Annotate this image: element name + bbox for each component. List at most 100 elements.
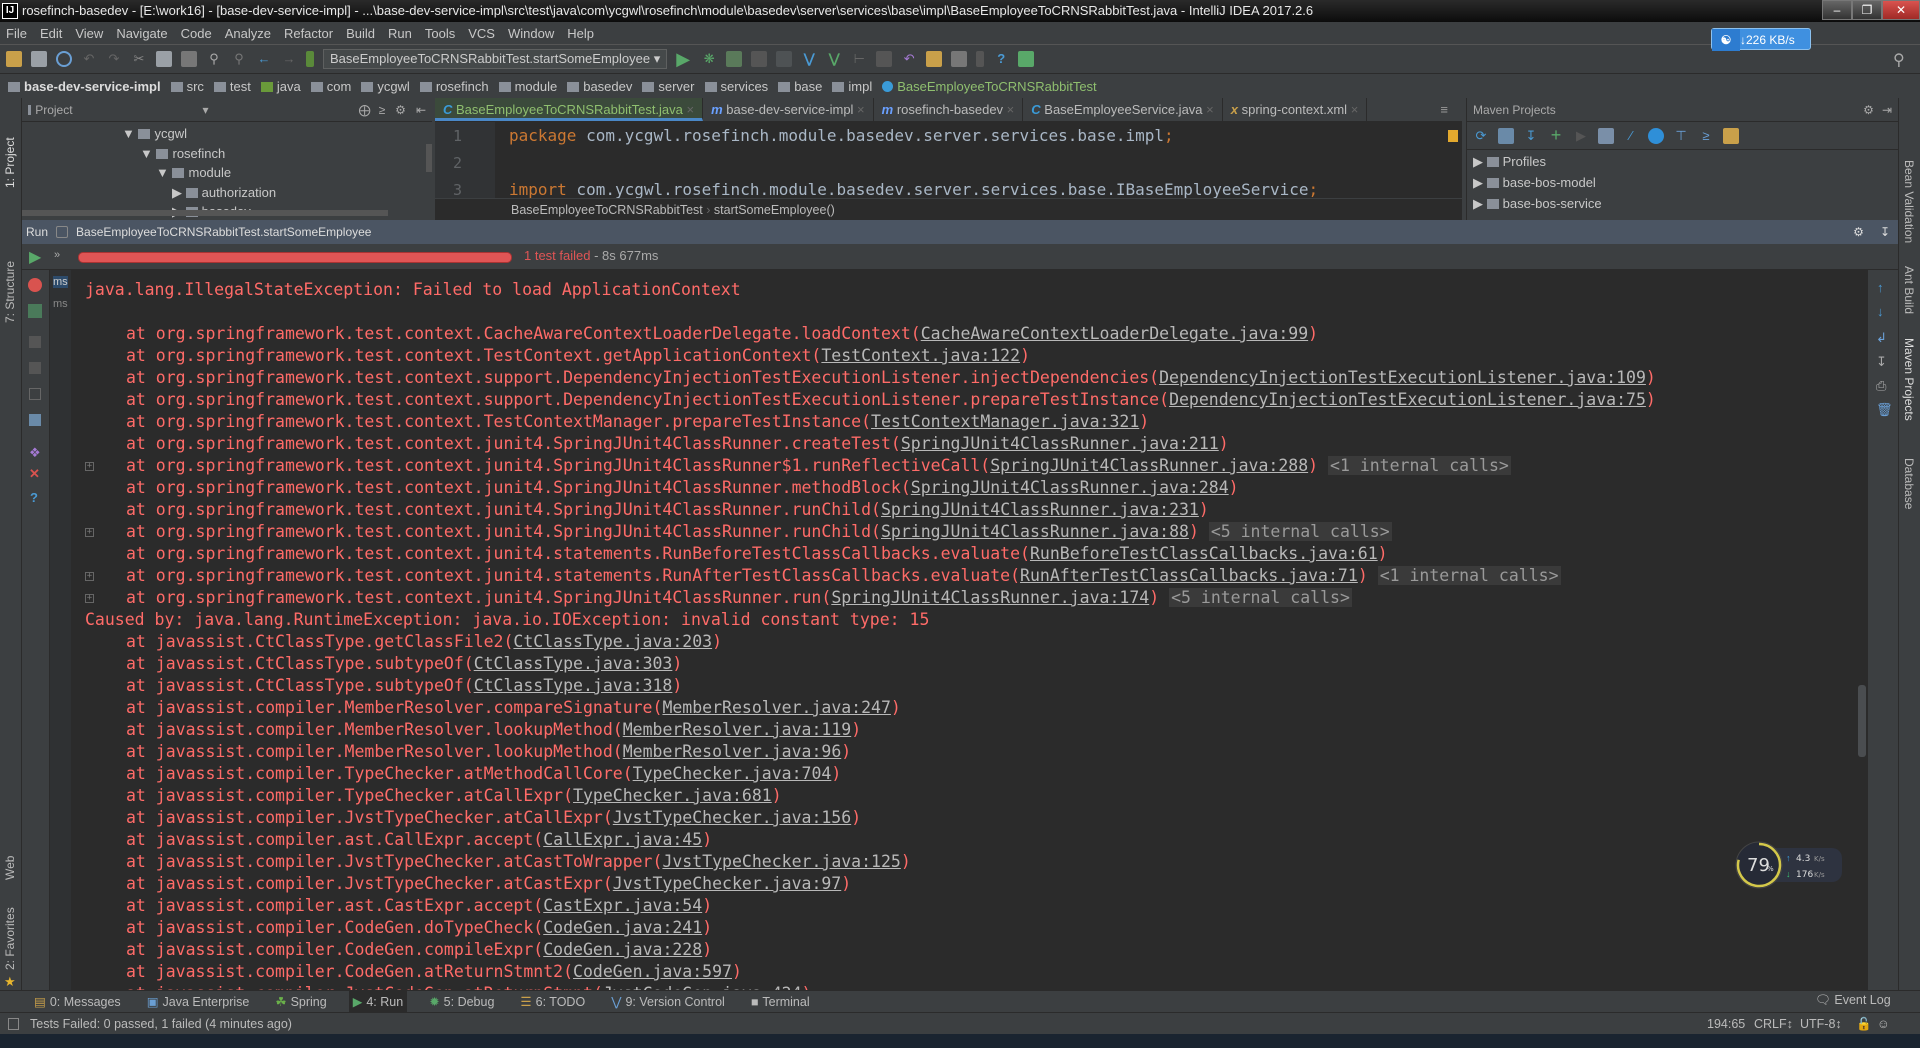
source-link[interactable]: DependencyInjectionTestExecutionListener… (1159, 368, 1646, 387)
menu-refactor[interactable]: Refactor (284, 26, 333, 41)
history-icon[interactable] (876, 51, 893, 67)
breadcrumb-item[interactable]: module (498, 79, 557, 94)
project-scrollbar[interactable] (426, 144, 432, 172)
breadcrumb-item[interactable]: base (778, 79, 822, 94)
collapsed-arrow-icon[interactable]: ▶ (1473, 154, 1487, 169)
internal-calls-fold[interactable]: <5 internal calls> (1169, 588, 1352, 607)
copy-icon[interactable] (156, 51, 172, 67)
breadcrumb-item[interactable]: ycgwl (361, 79, 410, 94)
breadcrumb-item[interactable]: impl (832, 79, 872, 94)
menu-run[interactable]: Run (388, 26, 412, 41)
structure-icon[interactable] (776, 51, 793, 67)
close-tab-icon[interactable]: × (1203, 102, 1214, 117)
breadcrumb-class[interactable]: BaseEmployeeToCRNSRabbitTest (511, 203, 703, 217)
internal-calls-fold[interactable]: <1 internal calls> (1328, 456, 1511, 475)
source-link[interactable]: CodeGen.java:597 (573, 962, 732, 981)
expanded-arrow-icon[interactable]: ▼ (156, 165, 172, 180)
collapsed-arrow-icon[interactable]: ▶ (1473, 196, 1487, 211)
help-icon[interactable]: ? (30, 490, 38, 505)
scroll-to-end-icon[interactable]: ↧ (1876, 354, 1887, 370)
sdk-icon[interactable] (976, 51, 985, 67)
close-tab-icon[interactable]: × (1003, 102, 1015, 117)
menu-build[interactable]: Build (346, 26, 375, 41)
toggle-offline-icon[interactable]: ∕ (1623, 128, 1639, 144)
download-speed-badge[interactable]: ☯ ↓226 KB/s (1711, 28, 1811, 51)
breadcrumb-method[interactable]: startSomeEmployee() (714, 203, 835, 217)
maven-tree-item[interactable]: ▶ base-bos-service (1473, 196, 1602, 212)
redo-icon[interactable]: ↷ (106, 51, 122, 67)
expand-fold-icon[interactable]: + (85, 594, 94, 603)
breadcrumb-item[interactable]: base-dev-service-impl (8, 79, 161, 94)
tool-tab-javaenterprise[interactable]: ▣ Java Enterprise (143, 991, 254, 1013)
caret-position[interactable]: 194:65 (1707, 1013, 1745, 1035)
close-icon[interactable]: ✕ (29, 466, 40, 482)
source-link[interactable]: MemberResolver.java:119 (623, 720, 851, 739)
breadcrumb-item[interactable]: server (642, 79, 695, 94)
source-link[interactable]: JvstTypeChecker.java:97 (613, 874, 841, 893)
warning-marker[interactable] (1448, 130, 1458, 142)
code-line[interactable]: package com.ycgwl.rosefinch.module.based… (509, 126, 1174, 145)
breadcrumb-item[interactable]: services (704, 79, 768, 94)
vcs-commit-icon[interactable]: ⋁ (826, 51, 842, 67)
editor-tab[interactable]: C BaseEmployeeToCRNSRabbitTest.java × (435, 98, 704, 121)
breadcrumb-item[interactable]: BaseEmployeeToCRNSRabbitTest (882, 79, 1097, 94)
maven-tree-item[interactable]: ▶ base-bos-model (1473, 175, 1596, 191)
rerun-icon[interactable]: ▶ (29, 247, 41, 267)
internal-calls-fold[interactable]: <1 internal calls> (1377, 566, 1561, 585)
collapse-icon[interactable]: ≥ (379, 103, 386, 117)
save-icon[interactable] (31, 51, 47, 67)
menu-analyze[interactable]: Analyze (225, 26, 271, 41)
tree-item[interactable]: ▼ rosefinch (140, 146, 225, 161)
debug-icon[interactable]: ❋ (701, 51, 717, 67)
run-icon[interactable]: ▶ (676, 50, 692, 68)
menu-file[interactable]: File (6, 26, 27, 41)
expand-fold-icon[interactable]: + (85, 462, 94, 471)
source-link[interactable]: CallExpr.java:45 (543, 830, 702, 849)
run-maven-icon[interactable]: ▶ (1573, 128, 1589, 144)
network-monitor-widget[interactable]: 79 % ↑ 4.3 K/s ↓ 176 K/s (1734, 840, 1844, 890)
paste-icon[interactable] (181, 51, 197, 67)
editor-tab[interactable]: C BaseEmployeeService.java × (1023, 98, 1223, 121)
menu-vcs[interactable]: VCS (468, 26, 495, 41)
show-dependencies-icon[interactable]: ⊤ (1673, 128, 1689, 144)
tree-item[interactable]: ▼ ycgwl (122, 126, 187, 141)
more-icon[interactable]: » (54, 249, 60, 261)
close-button[interactable]: ✕ (1882, 0, 1920, 20)
close-tab-icon[interactable]: × (853, 102, 865, 117)
menu-help[interactable]: Help (567, 26, 594, 41)
file-encoding[interactable]: UTF-8↕ (1800, 1013, 1842, 1035)
download-icon[interactable]: ↧ (1523, 128, 1539, 144)
inspector-icon[interactable]: ☺ (1877, 1013, 1890, 1035)
collapsed-arrow-icon[interactable]: ▶ (1473, 175, 1487, 190)
toggle-tool-windows-icon[interactable] (8, 1018, 19, 1030)
trash-icon[interactable]: 🗑 (1876, 402, 1893, 418)
coverage-icon[interactable] (726, 51, 743, 67)
tool-window-web[interactable]: Web (3, 856, 17, 880)
console-output[interactable]: java.lang.IllegalStateException: Failed … (72, 270, 1867, 990)
replace-icon[interactable]: ⚲ (231, 51, 247, 67)
event-log-button[interactable]: 🗨 Event Log (1815, 993, 1891, 1008)
source-link[interactable]: TypeChecker.java:681 (573, 786, 772, 805)
breadcrumb-item[interactable]: src (170, 79, 204, 94)
target-icon[interactable]: ⨁ (359, 103, 371, 117)
source-link[interactable]: JvstTypeChecker.java:156 (613, 808, 851, 827)
layout-icon[interactable] (29, 362, 41, 374)
source-link[interactable]: SpringJUnit4ClassRunner.java:231 (881, 500, 1199, 519)
hide-icon[interactable]: ⇥ (1882, 103, 1892, 117)
add-icon[interactable]: + (1548, 126, 1564, 144)
tree-item[interactable]: ▼ module (156, 165, 231, 180)
close-tab-icon[interactable]: × (1347, 102, 1359, 117)
source-link[interactable]: SpringJUnit4ClassRunner.java:174 (831, 588, 1149, 607)
find-icon[interactable]: ⚲ (206, 51, 222, 67)
line-separator[interactable]: CRLF↕ (1754, 1013, 1793, 1035)
source-link[interactable]: CacheAwareContextLoaderDelegate.java:99 (921, 324, 1308, 343)
source-link[interactable]: SpringJUnit4ClassRunner.java:88 (881, 522, 1189, 541)
plugin-icon[interactable] (1018, 51, 1035, 67)
generate-sources-icon[interactable] (1498, 127, 1514, 144)
tool-tab-run[interactable]: ▶ 4: Run (348, 990, 408, 1013)
test-tree-item[interactable]: ms (53, 298, 68, 310)
source-link[interactable]: RunBeforeTestClassCallbacks.java:61 (1030, 544, 1378, 563)
up-arrow-icon[interactable]: ↑ (1877, 280, 1884, 295)
editor-tab[interactable]: x spring-context.xml × (1223, 98, 1368, 121)
cut-icon[interactable]: ✂ (131, 51, 147, 67)
